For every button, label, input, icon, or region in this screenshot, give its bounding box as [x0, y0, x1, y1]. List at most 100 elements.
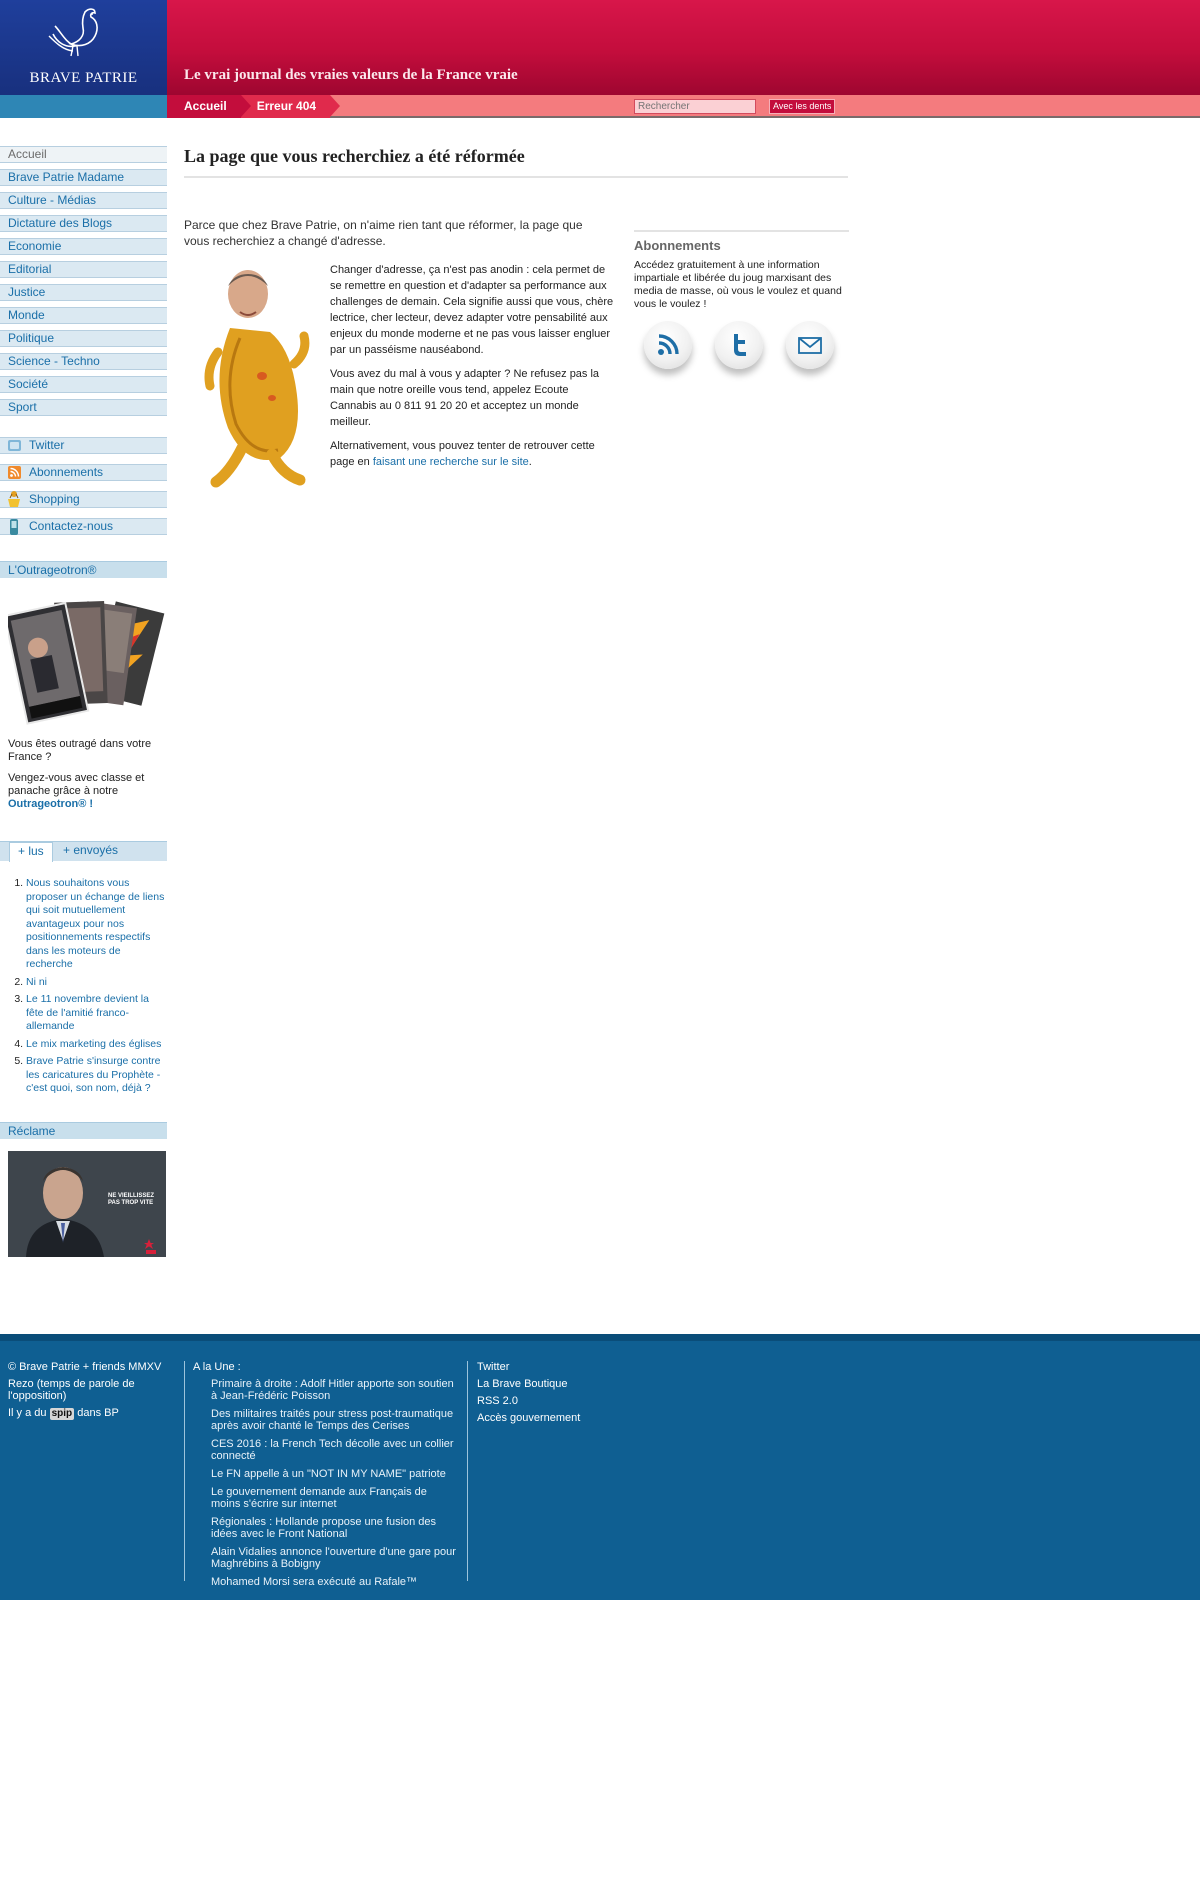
footer-gouvernement-link[interactable]: Accès gouvernement	[477, 1412, 637, 1424]
puppet-illustration	[200, 268, 312, 498]
site-search-link[interactable]: faisant une recherche sur le site	[373, 456, 529, 468]
popular-link[interactable]: Le 11 novembre devient la fête de l'amit…	[26, 993, 149, 1032]
sidebar-item-dictature-des-blogs[interactable]: Dictature des Blogs	[0, 215, 167, 232]
subscriptions-text: Accédez gratuitement à une information i…	[634, 259, 842, 310]
footer-col-1: © Brave Patrie + friends MMXV Rezo (temp…	[8, 1361, 168, 1425]
sidebar-item-label: Contactez-nous	[29, 519, 114, 533]
email-subscribe-button[interactable]	[786, 321, 834, 369]
footer-divider	[467, 1361, 468, 1581]
sidebar-item-justice[interactable]: Justice	[0, 284, 167, 301]
footer-headline-link[interactable]: CES 2016 : la French Tech décolle avec u…	[211, 1438, 458, 1462]
breadcrumb: Accueil Erreur 404	[167, 95, 341, 118]
sidebar-item-editorial[interactable]: Editorial	[0, 261, 167, 278]
sidebar-item-economie[interactable]: Economie	[0, 238, 167, 255]
article-paragraph-2: Vous avez du mal à vous y adapter ? Ne r…	[330, 368, 600, 428]
footer-headline-link[interactable]: Régionales : Hollande propose une fusion…	[211, 1516, 458, 1540]
puppet-image	[204, 270, 310, 488]
outrageotron-cards-image	[3, 601, 165, 725]
rss-subscribe-button[interactable]	[644, 321, 692, 369]
footer-boutique-link[interactable]: La Brave Boutique	[477, 1378, 637, 1390]
page-title: La page que vous recherchiez a été réfor…	[184, 146, 848, 178]
tools-nav: Twitter Abonnements Shopping Contactez-n…	[0, 437, 167, 535]
outrageotron-image[interactable]	[3, 596, 165, 728]
sidebar-item-label: Twitter	[29, 438, 65, 452]
intro-text: Parce que chez Brave Patrie, on n'aime r…	[184, 218, 583, 248]
footer-divider	[184, 1361, 185, 1581]
footer-rss-link[interactable]: RSS 2.0	[477, 1395, 637, 1407]
reclame-box: Réclame NE VIEILLISSEZ PAS TROP VITE	[0, 1121, 167, 1257]
footer-headline-link[interactable]: Primaire à droite : Adolf Hitler apporte…	[211, 1378, 458, 1402]
rooster-logo-icon	[48, 8, 98, 57]
footer-headline-link[interactable]: Des militaires traités pour stress post-…	[211, 1408, 458, 1432]
list-item: Le mix marketing des églises	[26, 1038, 167, 1052]
outrageotron-link[interactable]: Outrageotron® !	[8, 798, 93, 810]
sidebar-item-contactez-nous[interactable]: Contactez-nous	[0, 518, 167, 535]
sidebar-item-abonnements[interactable]: Abonnements	[0, 464, 167, 481]
sidebar-item-brave-patrie-madame[interactable]: Brave Patrie Madame	[0, 169, 167, 186]
shopping-icon	[8, 491, 20, 507]
list-item: Brave Patrie s'insurge contre les carica…	[26, 1055, 167, 1096]
sidebar-item-culture-medias[interactable]: Culture - Médias	[0, 192, 167, 209]
subscriptions-title: Abonnements	[634, 238, 721, 253]
popular-link[interactable]: Ni ni	[26, 976, 47, 988]
mail-icon	[798, 337, 822, 354]
phone-icon	[10, 519, 18, 535]
twitter-subscribe-button[interactable]	[715, 321, 763, 369]
footer-col-3: Twitter La Brave Boutique RSS 2.0 Accès …	[477, 1361, 637, 1429]
footer-twitter-link[interactable]: Twitter	[477, 1361, 637, 1373]
sidebar-item-twitter[interactable]: Twitter	[0, 437, 167, 454]
search-button[interactable]: Avec les dents	[769, 99, 836, 114]
search-input[interactable]	[634, 99, 756, 114]
outrageotron-box: L'Outrageotron® Vous êtes outragé dans v…	[0, 561, 167, 811]
footer-col-2: A la Une : Primaire à droite : Adolf Hit…	[193, 1361, 458, 1594]
popular-link[interactable]: Nous souhaitons vous proposer un échange…	[26, 877, 164, 970]
footer-spip-prefix: Il y a du	[8, 1407, 47, 1419]
site-logo[interactable]: BRAVE PATRIE	[0, 0, 167, 95]
breadcrumb-home[interactable]: Accueil	[167, 95, 251, 118]
nav-bar: Accueil Erreur 404 Avec les dents	[0, 95, 1200, 118]
sidebar-item-accueil[interactable]: Accueil	[0, 146, 167, 163]
header-banner: Le vrai journal des vraies valeurs de la…	[167, 0, 1200, 95]
footer-headline-link[interactable]: Le gouvernement demande aux Français de …	[211, 1486, 458, 1510]
site-name: BRAVE PATRIE	[29, 70, 138, 86]
sidebar-item-monde[interactable]: Monde	[0, 307, 167, 324]
footer-rezo-link[interactable]: Rezo (temps de parole de l'opposition)	[8, 1378, 168, 1402]
section-nav: Accueil Brave Patrie Madame Culture - Mé…	[0, 146, 167, 416]
ad-slogan: NE VIEILLISSEZ PAS TROP VITE	[108, 1192, 155, 1206]
popular-link[interactable]: Le mix marketing des églises	[26, 1038, 161, 1050]
breadcrumb-current[interactable]: Erreur 404	[240, 95, 341, 118]
sidebar-item-shopping[interactable]: Shopping	[0, 491, 167, 508]
list-item: Ni ni	[26, 976, 167, 990]
popular-link[interactable]: Brave Patrie s'insurge contre les carica…	[26, 1055, 161, 1094]
twitter-icon	[734, 334, 746, 356]
sidebar-item-science-techno[interactable]: Science - Techno	[0, 353, 167, 370]
sidebar-item-societe[interactable]: Société	[0, 376, 167, 393]
sidebar-item-sport[interactable]: Sport	[0, 399, 167, 416]
footer-headline-link[interactable]: Le FN appelle à un "NOT IN MY NAME" patr…	[211, 1468, 458, 1480]
sidebar-item-label: Shopping	[29, 492, 80, 506]
footer-headlines-list: Primaire à droite : Adolf Hitler apporte…	[211, 1378, 458, 1588]
footer-headline-link[interactable]: Alain Vidalies annonce l'ouverture d'une…	[211, 1546, 458, 1570]
sidebar-item-politique[interactable]: Politique	[0, 330, 167, 347]
list-item: Nous souhaitons vous proposer un échange…	[26, 877, 167, 972]
subscription-buttons	[634, 321, 849, 369]
article-body: Changer d'adresse, ça n'est pas anodin :…	[330, 262, 614, 478]
tab-most-read[interactable]: + lus	[9, 842, 53, 862]
subscriptions-box: Abonnements Accédez gratuitement à une i…	[634, 230, 849, 369]
tab-most-sent[interactable]: + envoyés	[55, 842, 126, 862]
outrageotron-line2: Vengez-vous avec classe et panache grâce…	[0, 772, 167, 811]
rss-icon	[8, 466, 21, 479]
footer-headline-link[interactable]: Mohamed Morsi sera exécuté au Rafale™	[211, 1576, 458, 1588]
site-footer: © Brave Patrie + friends MMXV Rezo (temp…	[0, 1334, 1200, 1600]
main-content: La page que vous recherchiez a été réfor…	[184, 146, 849, 488]
footer-copyright: © Brave Patrie + friends MMXV	[8, 1361, 162, 1373]
footer-spip-line: Il y a du spip dans BP	[8, 1407, 168, 1420]
sidebar-item-label: Abonnements	[29, 465, 104, 479]
spip-logo[interactable]: spip	[49, 1408, 75, 1420]
site-tagline: Le vrai journal des vraies valeurs de la…	[184, 67, 518, 83]
article-paragraph-3: Alternativement, vous pouvez tenter de r…	[330, 438, 614, 470]
sidebar: Accueil Brave Patrie Madame Culture - Mé…	[0, 146, 167, 1257]
rss-icon	[658, 334, 679, 355]
twitter-icon	[8, 440, 21, 451]
reclame-ad-image[interactable]: NE VIEILLISSEZ PAS TROP VITE	[8, 1150, 166, 1257]
